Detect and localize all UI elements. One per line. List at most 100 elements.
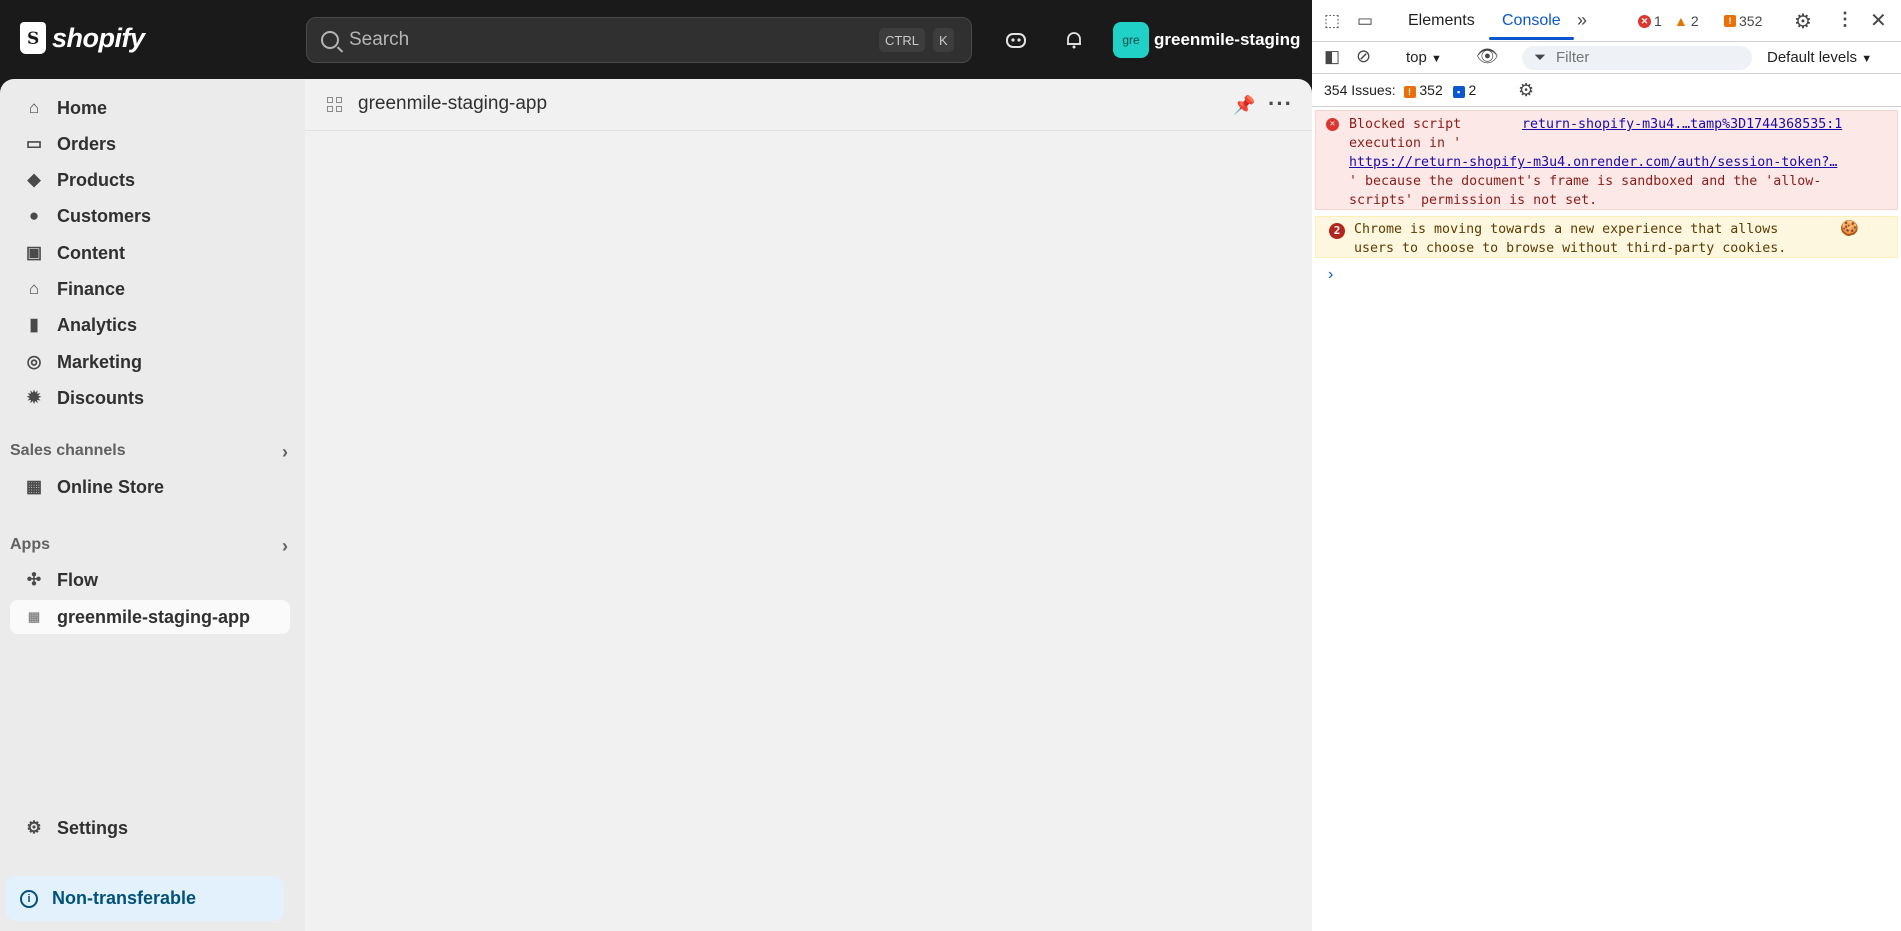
- error-url-link[interactable]: https://return-shopify-m3u4.onrender.com…: [1349, 153, 1897, 172]
- sidebar-toggle-icon[interactable]: ◧: [1324, 47, 1340, 67]
- devtools-panel: ⬚ ▭ Elements Console » ✕ 1 ▲ 2 ! 352 ⚙ ⋮ ✕ …: [1312, 0, 1901, 931]
- search-icon: [321, 31, 339, 49]
- issues-orange-count: 352: [1419, 82, 1443, 98]
- sidebar-item-marketing[interactable]: ◎ Marketing: [10, 345, 290, 379]
- error-icon: ✕: [1638, 14, 1651, 28]
- active-tab-indicator: [1489, 37, 1574, 40]
- devtools-toolbar: ⬚ ▭ Elements Console » ✕ 1 ▲ 2 ! 352 ⚙ ⋮ ✕: [1312, 0, 1901, 42]
- info-icon: i: [20, 889, 38, 908]
- sidebar-item-customers[interactable]: ● Customers: [10, 199, 290, 233]
- sidebar-item-label: Discounts: [57, 387, 145, 408]
- error-text: Blocked script: [1349, 117, 1462, 132]
- warning-text: users to choose to browse without third-…: [1354, 241, 1787, 256]
- home-icon: ⌂: [28, 98, 40, 117]
- bar-chart-icon: ▮: [29, 315, 39, 334]
- sidebar-item-products[interactable]: ◆ Products: [10, 163, 290, 197]
- error-icon: ✕: [1326, 118, 1339, 131]
- sidebar-item-settings[interactable]: ⚙ Settings: [10, 811, 290, 845]
- shortcut-k-key: K: [933, 28, 954, 52]
- sidebar-item-analytics[interactable]: ▮ Analytics: [10, 308, 290, 342]
- warning-count-badge[interactable]: ▲ 2: [1674, 13, 1699, 29]
- sidebar-item-label: Settings: [57, 817, 129, 838]
- context-label: top: [1406, 49, 1427, 66]
- apps-header[interactable]: Apps ›: [10, 536, 290, 557]
- discount-icon: ✹: [26, 388, 42, 407]
- main-content: greenmile-staging-app 📌 ···: [305, 79, 1312, 931]
- pin-icon[interactable]: 📌: [1233, 95, 1255, 116]
- sidebar-item-greenmile-app[interactable]: ▦ greenmile-staging-app: [10, 600, 290, 634]
- chevron-right-icon[interactable]: ›: [282, 442, 288, 463]
- person-icon: ●: [28, 206, 40, 225]
- bell-icon[interactable]: [1060, 26, 1088, 54]
- section-label: Apps: [10, 536, 50, 553]
- image-icon: ▣: [25, 243, 43, 262]
- more-options-icon[interactable]: ···: [1268, 91, 1293, 117]
- bank-icon: ⌂: [28, 279, 40, 298]
- shopify-bag-icon: [20, 22, 46, 54]
- sidebar-item-online-store[interactable]: ▦ Online Store: [10, 470, 290, 504]
- issues-bar: 354 Issues: ! 352 ▪ 2 ⚙: [1312, 74, 1901, 107]
- app-grid-icon: ▦: [27, 609, 41, 624]
- settings-gear-icon[interactable]: ⚙: [1794, 9, 1812, 34]
- sidekick-icon[interactable]: [1002, 26, 1030, 54]
- shopify-admin: shopify Search CTRL K gre greenmile-stag…: [0, 0, 1312, 931]
- banner-label: Non-transferable: [52, 888, 197, 908]
- error-count: 1: [1654, 13, 1662, 29]
- console-toolbar: ◧ ⊘ top ▼ 👁 ⏷ Filter Default levels ▼: [1312, 42, 1901, 74]
- sidebar-item-label: Content: [57, 242, 125, 263]
- chevron-right-icon[interactable]: ›: [282, 536, 288, 557]
- store-avatar[interactable]: gre: [1113, 22, 1149, 58]
- close-icon[interactable]: ✕: [1870, 8, 1887, 33]
- non-transferable-banner[interactable]: i Non-transferable: [6, 876, 284, 921]
- shopify-logo[interactable]: shopify: [20, 22, 145, 54]
- app-grid-icon: [327, 97, 343, 113]
- kebab-menu-icon[interactable]: ⋮: [1836, 9, 1854, 30]
- search-placeholder: Search: [349, 29, 410, 50]
- dropdown-arrow-icon: ▼: [1431, 53, 1442, 65]
- gear-icon: ⚙: [26, 818, 42, 837]
- sidebar-item-label: Customers: [57, 205, 152, 226]
- issue-count-badge[interactable]: ! 352: [1724, 13, 1762, 29]
- store-name[interactable]: greenmile-staging: [1154, 30, 1300, 50]
- error-count-badge[interactable]: ✕ 1: [1638, 13, 1662, 29]
- sidebar-item-label: Orders: [57, 133, 117, 154]
- device-toolbar-icon[interactable]: ▭: [1357, 11, 1373, 31]
- error-source-link[interactable]: return-shopify-m3u4.…tamp%3D1744368535:1: [1522, 115, 1842, 134]
- sales-channels-header[interactable]: Sales channels ›: [10, 442, 290, 463]
- error-text: scripts' permission is not set.: [1349, 193, 1598, 208]
- sidebar-item-label: Flow: [57, 569, 98, 590]
- issue-icon: !: [1724, 15, 1736, 27]
- app-header: greenmile-staging-app 📌 ···: [305, 79, 1312, 131]
- sidebar-item-content[interactable]: ▣ Content: [10, 236, 290, 270]
- sidebar-item-discounts[interactable]: ✹ Discounts: [10, 381, 290, 415]
- sidebar-item-home[interactable]: ⌂ Home: [10, 91, 290, 125]
- search-bar[interactable]: Search CTRL K: [306, 17, 972, 63]
- issue-icon: !: [1403, 86, 1416, 98]
- context-selector[interactable]: top ▼: [1406, 49, 1442, 66]
- console-prompt-chevron-icon[interactable]: ›: [1328, 266, 1333, 284]
- filter-input[interactable]: ⏷ Filter: [1522, 46, 1752, 70]
- sidebar-item-finance[interactable]: ⌂ Finance: [10, 272, 290, 306]
- warning-icon: ▲: [1674, 13, 1688, 29]
- warning-count: 2: [1690, 13, 1699, 29]
- sidebar-item-orders[interactable]: ▭ Orders: [10, 127, 290, 161]
- sidebar-item-flow[interactable]: ✣ Flow: [10, 563, 290, 597]
- brand-wordmark: shopify: [52, 22, 145, 53]
- sidebar-item-label: Home: [57, 97, 108, 118]
- inspect-element-icon[interactable]: ⬚: [1324, 11, 1340, 31]
- section-label: Sales channels: [10, 442, 126, 459]
- filter-funnel-icon: ⏷: [1534, 49, 1547, 66]
- more-tabs-icon[interactable]: »: [1577, 10, 1587, 31]
- log-levels-dropdown[interactable]: Default levels ▼: [1767, 49, 1872, 66]
- clear-console-icon[interactable]: ⊘: [1356, 46, 1371, 67]
- eye-icon[interactable]: 👁: [1476, 46, 1499, 67]
- console-error-message: ✕ Blocked script return-shopify-m3u4.…tam…: [1315, 110, 1898, 210]
- sidebar-item-label: Analytics: [57, 314, 138, 335]
- tab-console[interactable]: Console: [1502, 12, 1561, 30]
- cookie-icon[interactable]: 🍪: [1840, 219, 1859, 238]
- target-icon: ◎: [26, 352, 42, 371]
- tab-elements[interactable]: Elements: [1408, 12, 1475, 30]
- issues-settings-gear-icon[interactable]: ⚙: [1518, 80, 1534, 101]
- issues-summary[interactable]: 354 Issues: ! 352 ▪ 2: [1324, 82, 1476, 98]
- error-text: ' because the document's frame is sandbo…: [1349, 174, 1822, 189]
